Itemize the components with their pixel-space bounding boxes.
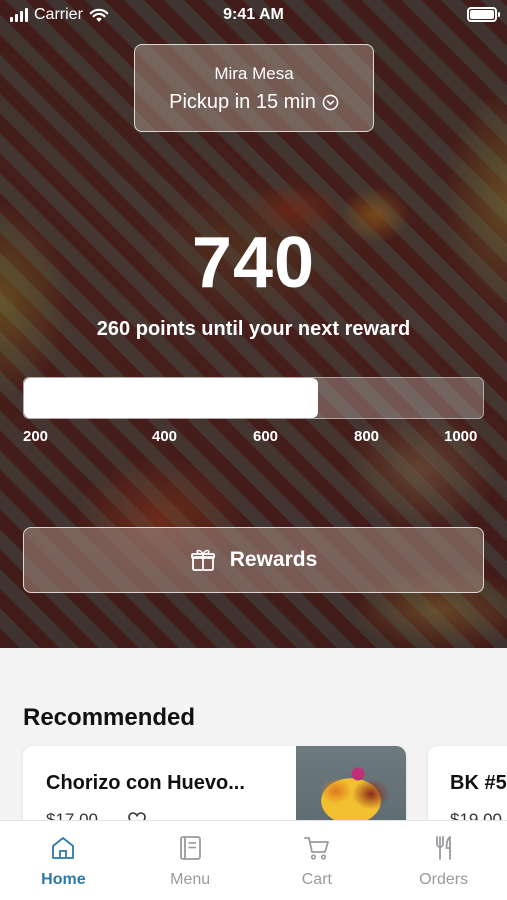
tab-home[interactable]: Home (0, 821, 127, 900)
tab-orders[interactable]: Orders (380, 821, 507, 900)
tick-label: 800 (354, 428, 380, 445)
tick-label: 1000 (444, 428, 478, 445)
home-icon (52, 837, 75, 859)
pickup-time-row: Pickup in 15 min (135, 91, 373, 114)
status-time: 9:41 AM (223, 6, 284, 23)
item-price: $17.00 (46, 810, 98, 820)
section-title: Recommended (23, 704, 196, 731)
item-price: $19.00 (450, 810, 502, 820)
tab-menu[interactable]: Menu (127, 821, 254, 900)
location-name: Mira Mesa (214, 64, 294, 83)
recommended-section: Recommended Chorizo con Huevo... $17.00 … (0, 648, 507, 820)
progress-ticks: 200 400 600 800 1000 (23, 428, 484, 448)
tick-label: 600 (253, 428, 279, 445)
item-name: Chorizo con Huevo... (46, 772, 245, 794)
points-caption: 260 points until your next reward (96, 318, 411, 340)
location-selector[interactable]: Mira Mesa Pickup in 15 min (134, 44, 374, 132)
battery-icon (467, 7, 500, 22)
fork-knife-icon (435, 836, 451, 860)
points-progress-fill (24, 378, 318, 418)
tick-label: 200 (23, 428, 49, 445)
item-photo (296, 746, 406, 820)
tab-label: Orders (419, 871, 469, 888)
rewards-button[interactable]: Rewards (23, 527, 484, 593)
heart-icon[interactable] (127, 810, 147, 820)
gift-icon (190, 549, 215, 571)
bottom-tab-bar: Home Menu Cart Orders (0, 820, 507, 900)
item-name: BK #5 (450, 772, 507, 794)
cart-icon (303, 837, 329, 860)
tab-label: Cart (301, 871, 332, 888)
status-bar: Carrier 9:41 AM (0, 0, 507, 30)
points-balance: 740 (191, 223, 316, 303)
pickup-time: Pickup in 15 min (169, 91, 316, 113)
points-progress-bar (23, 377, 484, 419)
recommended-item-card[interactable]: Chorizo con Huevo... $17.00 (23, 746, 406, 820)
tab-label: Menu (170, 871, 211, 888)
chevron-down-circle-icon (322, 94, 339, 111)
tick-label: 400 (152, 428, 178, 445)
tab-cart[interactable]: Cart (254, 821, 381, 900)
recommended-item-card[interactable]: BK #5 $19.00 (428, 746, 507, 820)
menu-book-icon (180, 836, 202, 860)
tab-label: Home (41, 871, 86, 888)
rewards-label: Rewards (229, 548, 318, 571)
